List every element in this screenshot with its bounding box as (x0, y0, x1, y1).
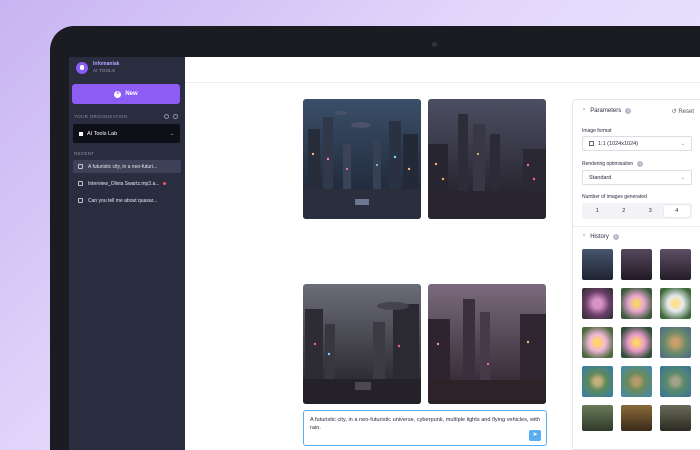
history-thumb[interactable] (621, 288, 652, 319)
app-screen: Infomaniak AI TOOLS + New YOUR ORGANISAT… (69, 57, 700, 450)
brand-name: Infomaniak (93, 61, 120, 67)
new-button[interactable]: + New (72, 84, 180, 104)
organisation-label: YOUR ORGANISATION (74, 114, 128, 119)
organisation-value: AI Tools Lab (87, 130, 118, 137)
generated-image-4[interactable] (428, 284, 546, 404)
history-thumb[interactable] (582, 405, 613, 431)
recent-item-label: Can you tell me about quasar... (88, 197, 158, 204)
chevron-up-icon: ⌃ (582, 108, 587, 114)
info-icon[interactable]: i (612, 234, 619, 240)
brand-logo-icon (76, 61, 88, 74)
parameters-title: Parameters (590, 108, 622, 114)
prompt-textarea[interactable]: A futuristic city, in a neo-futuristic u… (303, 410, 547, 446)
count-option-4[interactable]: 4 (663, 205, 690, 217)
history-thumb[interactable] (582, 288, 613, 319)
organisation-header: YOUR ORGANISATION (74, 114, 178, 120)
history-thumb[interactable] (660, 288, 691, 319)
recent-item-city[interactable]: A futuristic city, in a neo-futuri... (73, 160, 181, 173)
generated-image-2[interactable] (428, 99, 546, 219)
image-icon (78, 164, 83, 169)
count-option-3[interactable]: 3 (637, 205, 664, 217)
brand[interactable]: Infomaniak AI TOOLS (76, 61, 119, 74)
rendering-select[interactable]: Standard ⌄ (582, 170, 692, 185)
organisation-icon (79, 131, 83, 136)
webcam (432, 42, 437, 47)
header-divider (185, 82, 700, 83)
recent-label: RECENT (74, 151, 95, 156)
square-icon (589, 141, 594, 146)
history-thumb[interactable] (660, 366, 691, 397)
rendering-label-text: Rendering optimisation (582, 161, 634, 167)
sidebar: Infomaniak AI TOOLS + New YOUR ORGANISAT… (69, 57, 185, 450)
transcript-icon (78, 181, 83, 186)
history-thumb[interactable] (660, 327, 691, 358)
generated-image-1[interactable] (303, 99, 421, 219)
count-option-1[interactable]: 1 (584, 205, 611, 217)
panel-divider (573, 226, 700, 227)
image-format-select[interactable]: 1:1 (1024x1024) ⌄ (582, 136, 692, 151)
recent-item-label: Interview_Olivia Swartz.mp3.a... (88, 180, 160, 187)
history-thumb[interactable] (582, 327, 613, 358)
history-header[interactable]: ⌃ History i (582, 234, 619, 240)
image-format-value: 1:1 (1024x1024) (598, 140, 639, 147)
chevron-up-icon: ⌃ (582, 234, 587, 240)
unread-dot (163, 182, 167, 185)
parameters-panel: ⌃ Parameters i ↺ Reset Image format 1:1 … (572, 99, 700, 450)
info-icon[interactable]: i (637, 161, 644, 167)
generated-image-3[interactable] (303, 284, 421, 404)
history-thumb[interactable] (660, 405, 691, 431)
chevron-down-icon: ⌄ (169, 130, 174, 137)
history-thumb[interactable] (621, 405, 652, 431)
rendering-label: Rendering optimisation i (582, 161, 644, 167)
plus-icon: + (114, 90, 122, 98)
history-title: History (590, 234, 609, 240)
chat-icon (78, 198, 83, 203)
history-thumb[interactable] (660, 249, 691, 280)
rendering-value: Standard (589, 174, 612, 181)
history-thumb[interactable] (582, 249, 613, 280)
history-thumb[interactable] (582, 366, 613, 397)
reset-button[interactable]: ↺ Reset (672, 108, 694, 115)
send-icon: ➤ (532, 432, 538, 438)
image-count-selector: 1 2 3 4 (582, 203, 692, 219)
recent-item-quasar[interactable]: Can you tell me about quasar... (73, 194, 181, 207)
recent-item-interview[interactable]: Interview_Olivia Swartz.mp3.a... (73, 177, 181, 190)
history-thumb[interactable] (621, 249, 652, 280)
brand-subtitle: AI TOOLS (93, 68, 116, 73)
parameters-header[interactable]: ⌃ Parameters i (582, 108, 632, 114)
info-icon[interactable] (164, 114, 169, 119)
send-button[interactable]: ➤ (529, 430, 541, 441)
chevron-down-icon: ⌄ (680, 140, 685, 147)
chevron-down-icon: ⌄ (680, 174, 685, 181)
history-thumb[interactable] (621, 327, 652, 358)
image-format-label: Image format (582, 128, 612, 134)
recent-item-label: A futuristic city, in a neo-futuri... (88, 163, 158, 170)
new-button-label: New (125, 91, 138, 97)
organisation-select[interactable]: AI Tools Lab ⌄ (73, 124, 180, 143)
reset-icon: ↺ (671, 109, 677, 115)
external-link-icon[interactable] (173, 114, 178, 119)
info-icon[interactable]: i (625, 108, 632, 114)
count-option-2[interactable]: 2 (611, 205, 638, 217)
count-label: Number of images generated (582, 194, 647, 200)
prompt-text: A futuristic city, in a neo-futuristic u… (310, 417, 540, 431)
reset-label: Reset (678, 109, 694, 115)
history-thumb[interactable] (621, 366, 652, 397)
